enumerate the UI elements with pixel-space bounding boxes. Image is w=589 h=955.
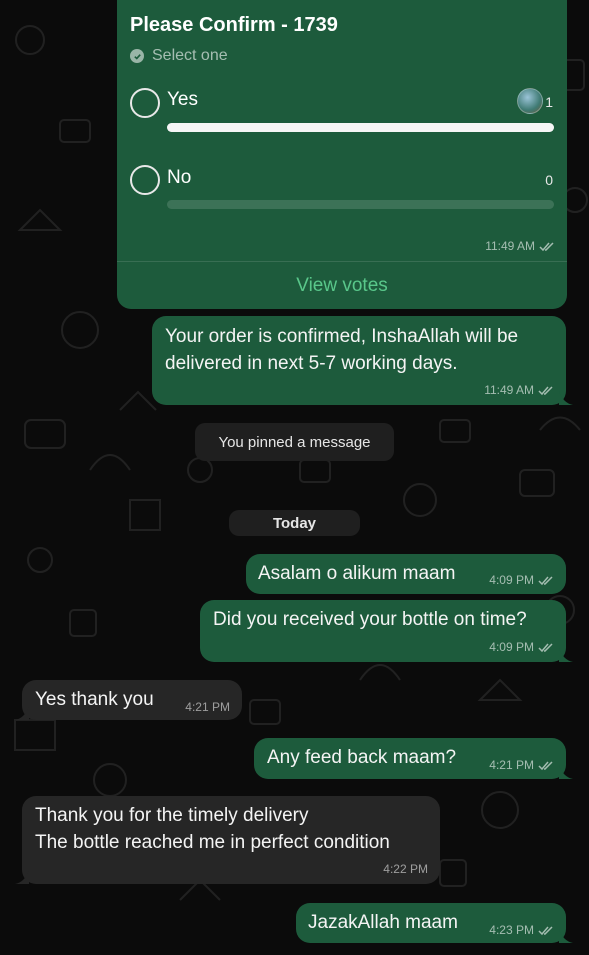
message-time: 4:23 PM <box>489 923 534 937</box>
message-meta: 4:09 PM <box>489 573 554 587</box>
poll-title: Please Confirm - 1739 <box>130 14 338 36</box>
message-meta: 11:49 AM <box>484 383 554 397</box>
message-time: 11:49 AM <box>484 383 534 397</box>
check-circle-icon <box>130 49 144 63</box>
double-tick-icon <box>538 925 553 935</box>
double-tick-icon <box>539 241 554 251</box>
double-tick-icon <box>538 575 553 585</box>
poll-time: 11:49 AM <box>485 239 535 253</box>
system-pinned-notice: You pinned a message <box>195 423 394 461</box>
poll-option-yes-label[interactable]: Yes <box>167 89 198 111</box>
message-text: Your order is confirmed, InshaAllah will… <box>165 323 518 377</box>
message-meta: 4:09 PM <box>489 640 554 654</box>
bubble-tail <box>559 765 573 779</box>
message-bubble[interactable]: Yes thank you 4:21 PM <box>15 680 242 720</box>
poll-option-yes-radio[interactable] <box>130 88 160 118</box>
voter-avatar[interactable] <box>517 88 543 114</box>
poll-card: Please Confirm - 1739 Select one Yes 1 N… <box>117 0 567 309</box>
message-bubble[interactable]: Thank you for the timely delivery The bo… <box>15 796 440 884</box>
poll-meta: 11:49 AM <box>485 239 555 253</box>
message-bubble[interactable]: Asalam o alikum maam 4:09 PM <box>246 554 566 594</box>
poll-option-yes-bar <box>167 123 554 132</box>
message-meta: 4:22 PM <box>383 862 428 876</box>
view-votes-button[interactable]: View votes <box>117 262 567 309</box>
message-meta: 4:23 PM <box>489 923 554 937</box>
poll-option-no-label[interactable]: No <box>167 167 191 189</box>
message-text: JazakAllah maam <box>308 912 458 933</box>
message-text: Any feed back maam? <box>267 747 457 768</box>
bubble-tail <box>559 391 573 405</box>
message-time: 4:21 PM <box>185 700 230 714</box>
message-meta: 4:21 PM <box>489 758 554 772</box>
message-time: 4:09 PM <box>489 640 534 654</box>
message-time: 4:21 PM <box>489 758 534 772</box>
poll-subtitle: Select one <box>130 47 228 65</box>
poll-option-yes-count: 1 <box>545 94 553 110</box>
double-tick-icon <box>538 385 553 395</box>
message-meta: 4:21 PM <box>185 700 230 714</box>
poll-option-no-radio[interactable] <box>130 165 160 195</box>
message-line: Thank you for the timely delivery <box>35 805 309 826</box>
poll-option-no-count: 0 <box>545 172 553 188</box>
message-bubble[interactable]: Did you received your bottle on time? 4:… <box>200 600 573 662</box>
message-text: Asalam o alikum maam <box>258 563 456 584</box>
message-time: 4:22 PM <box>383 862 428 876</box>
message-text: Yes thank you <box>35 689 154 710</box>
message-text: Thank you for the timely delivery The bo… <box>35 802 390 856</box>
poll-subtitle-label: Select one <box>152 47 228 64</box>
date-divider: Today <box>229 510 360 536</box>
bubble-tail <box>559 929 573 943</box>
message-time: 4:09 PM <box>489 573 534 587</box>
message-line: delivered in next 5-7 working days. <box>165 353 458 374</box>
bubble-tail <box>15 706 29 720</box>
message-text: Did you received your bottle on time? <box>213 609 527 630</box>
bubble-tail <box>15 870 29 884</box>
message-bubble[interactable]: Your order is confirmed, InshaAllah will… <box>152 316 573 405</box>
poll-option-no-bar <box>167 200 554 209</box>
bubble-tail <box>559 648 573 662</box>
poll-option-yes-bar-fill <box>167 123 554 132</box>
message-line: The bottle reached me in perfect conditi… <box>35 832 390 853</box>
message-line: Your order is confirmed, InshaAllah will… <box>165 326 519 347</box>
message-bubble[interactable]: Any feed back maam? 4:21 PM <box>254 738 573 779</box>
double-tick-icon <box>538 642 553 652</box>
double-tick-icon <box>538 760 553 770</box>
message-bubble[interactable]: JazakAllah maam 4:23 PM <box>296 903 573 943</box>
